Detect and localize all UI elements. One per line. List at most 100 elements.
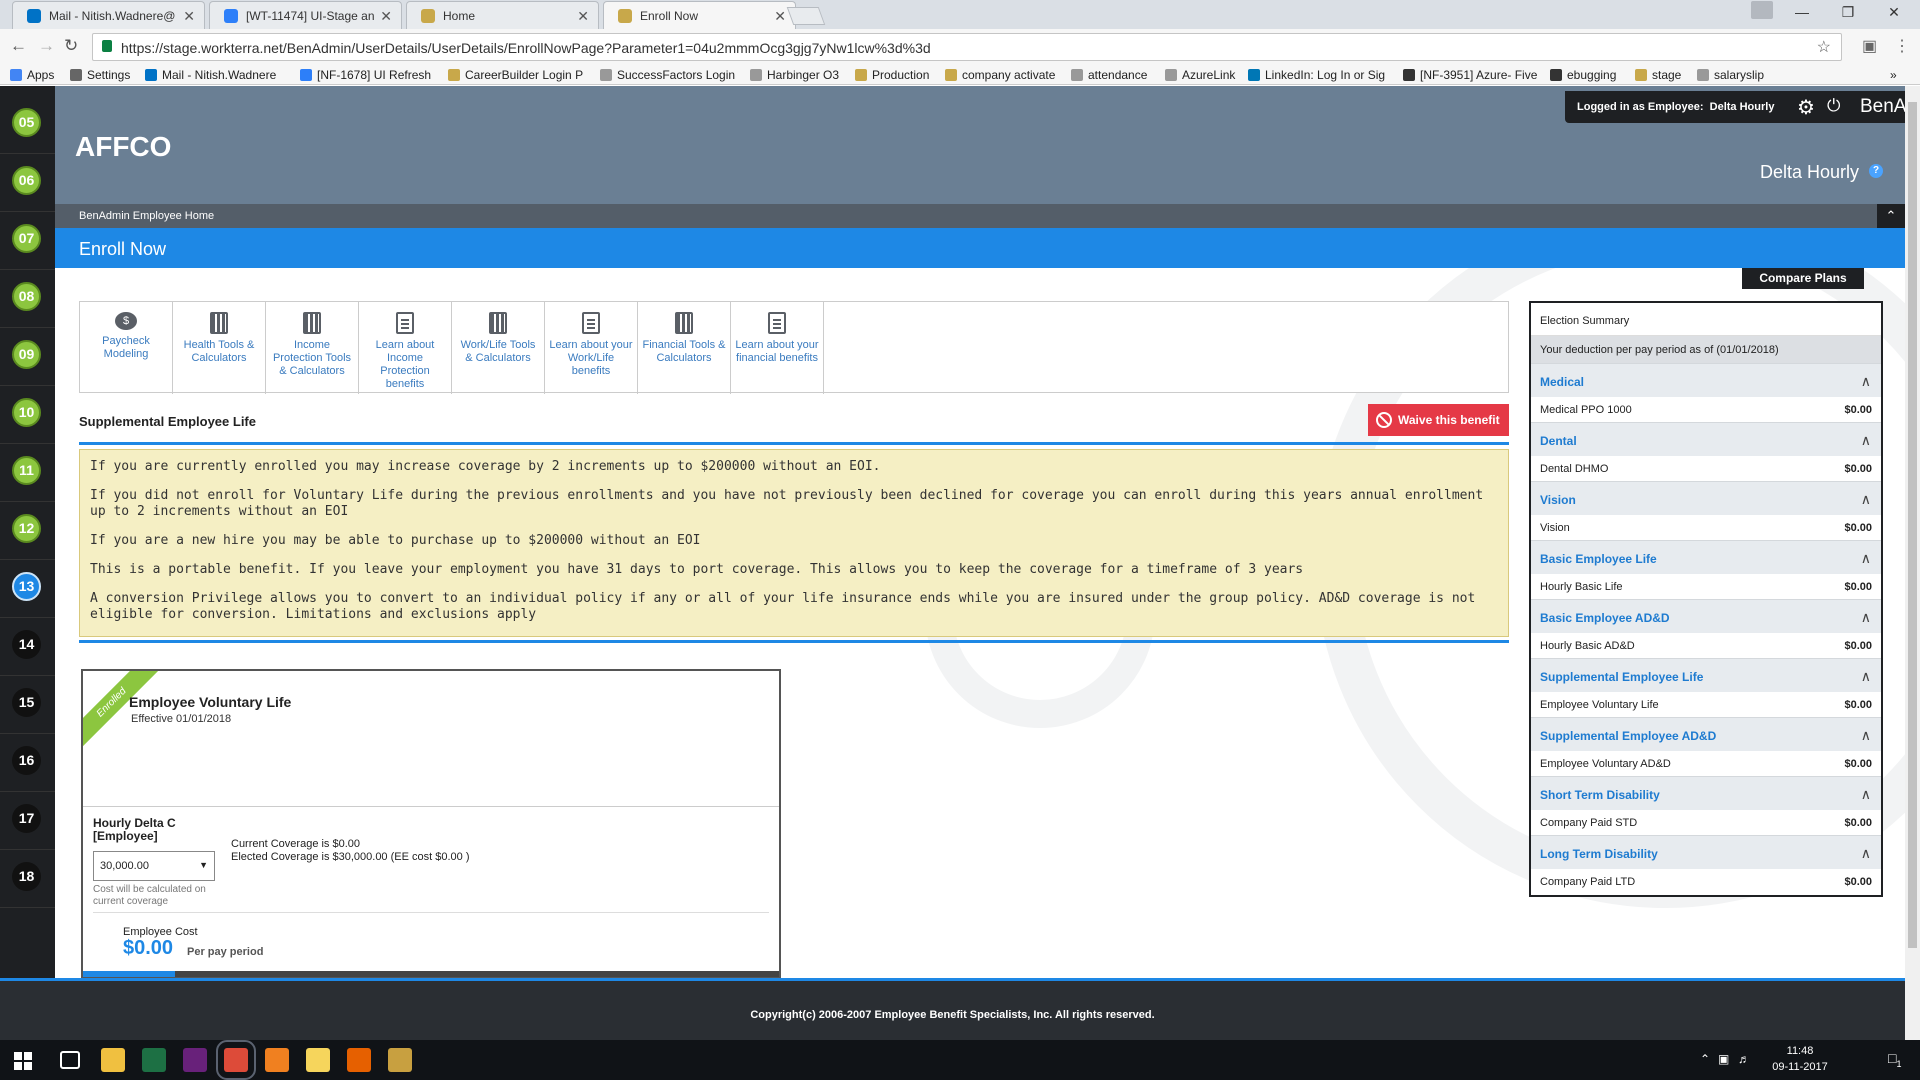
chevron-up-icon[interactable]: ∧	[1861, 373, 1871, 390]
chevron-up-icon[interactable]: ∧	[1861, 432, 1871, 449]
firefox-icon[interactable]	[347, 1048, 371, 1072]
bookmark-star-icon[interactable]: ☆	[1817, 37, 1831, 57]
tool-link[interactable]: Learn about your financial benefits	[731, 302, 824, 394]
chevron-up-icon[interactable]: ∧	[1861, 668, 1871, 685]
menu-icon[interactable]: ⋮	[1894, 36, 1910, 56]
tool-link[interactable]: Health Tools & Calculators	[173, 302, 266, 394]
tools-app-icon[interactable]	[388, 1048, 412, 1072]
chevron-up-icon[interactable]: ∧	[1861, 845, 1871, 862]
summary-group-header[interactable]: Vision ∧	[1531, 481, 1881, 515]
tab-close-icon[interactable]: ✕	[577, 8, 589, 25]
step-16[interactable]: 16	[12, 746, 41, 775]
step-18[interactable]: 18	[12, 862, 41, 891]
summary-group-header[interactable]: Supplemental Employee AD&D ∧	[1531, 717, 1881, 751]
bookmark-item[interactable]: CareerBuilder Login P	[448, 68, 583, 82]
minimize-icon[interactable]: —	[1782, 4, 1822, 20]
bookmarks-overflow-icon[interactable]: »	[1890, 68, 1897, 82]
windows-start-icon[interactable]	[14, 1052, 32, 1070]
step-07[interactable]: 07	[12, 224, 41, 253]
plan-card[interactable]: Enrolled Employee Voluntary Life Effecti…	[81, 669, 781, 978]
summary-group-header[interactable]: Supplemental Employee Life ∧	[1531, 658, 1881, 692]
browser-tab[interactable]: [WT-11474] UI-Stage an ✕	[209, 1, 402, 29]
chevron-up-icon[interactable]: ∧	[1861, 727, 1871, 744]
bookmark-item[interactable]: Mail - Nitish.Wadnere	[145, 68, 276, 82]
chevron-up-icon[interactable]: ∧	[1861, 609, 1871, 626]
back-icon[interactable]: ←	[10, 36, 27, 56]
coverage-select[interactable]: 30,000.00 ▼	[93, 851, 215, 881]
bookmark-item[interactable]: company activate	[945, 68, 1055, 82]
step-15[interactable]: 15	[12, 688, 41, 717]
chevron-up-icon[interactable]: ∧	[1861, 550, 1871, 567]
reload-icon[interactable]: ↻	[64, 36, 78, 56]
file-explorer-icon[interactable]	[101, 1048, 125, 1072]
volume-icon[interactable]: ♬	[1738, 1052, 1750, 1066]
extension-icon[interactable]: ▣	[1862, 36, 1877, 56]
tool-link[interactable]: Income Protection Tools & Calculators	[266, 302, 359, 394]
waive-benefit-button[interactable]: Waive this benefit	[1368, 404, 1509, 436]
bookmark-item[interactable]: Settings	[70, 68, 130, 82]
summary-group-header[interactable]: Long Term Disability ∧	[1531, 835, 1881, 869]
task-view-icon[interactable]	[60, 1051, 80, 1069]
bookmark-item[interactable]: attendance	[1071, 68, 1147, 82]
bookmark-item[interactable]: Harbinger O3	[750, 68, 839, 82]
summary-group-header[interactable]: Basic Employee Life ∧	[1531, 540, 1881, 574]
new-tab-button[interactable]	[786, 7, 826, 25]
step-05[interactable]: 05	[12, 108, 41, 137]
page-scrollbar[interactable]	[1905, 86, 1920, 1040]
browser-tab[interactable]: Enroll Now ✕	[603, 1, 796, 29]
summary-group-header[interactable]: Medical ∧	[1531, 363, 1881, 397]
step-11[interactable]: 11	[12, 456, 41, 485]
tray-chevron-icon[interactable]: ⌃	[1700, 1052, 1710, 1066]
step-17[interactable]: 17	[12, 804, 41, 833]
bookmark-item[interactable]: SuccessFactors Login	[600, 68, 735, 82]
scrollbar-thumb[interactable]	[1908, 102, 1917, 948]
bookmark-item[interactable]: ebugging	[1550, 68, 1616, 82]
step-06[interactable]: 06	[12, 166, 41, 195]
power-icon[interactable]: ⏻	[1827, 96, 1840, 116]
chrome-icon[interactable]	[216, 1040, 256, 1080]
excel-icon[interactable]	[142, 1048, 166, 1072]
step-10[interactable]: 10	[12, 398, 41, 427]
gear-icon[interactable]: ⚙	[1797, 95, 1815, 120]
tool-link[interactable]: Work/Life Tools & Calculators	[452, 302, 545, 394]
bookmark-item[interactable]: stage	[1635, 68, 1681, 82]
tool-link[interactable]: $ Paycheck Modeling	[80, 302, 173, 394]
summary-group-header[interactable]: Short Term Disability ∧	[1531, 776, 1881, 810]
notifications-icon[interactable]: □1	[1888, 1050, 1901, 1069]
browser-tab[interactable]: Mail - Nitish.Wadnere@ ✕	[12, 1, 205, 29]
summary-group-header[interactable]: Basic Employee AD&D ∧	[1531, 599, 1881, 633]
sticky-notes-icon[interactable]	[306, 1048, 330, 1072]
info-icon[interactable]: ?	[1869, 164, 1883, 178]
summary-group-header[interactable]: Dental ∧	[1531, 422, 1881, 456]
restore-icon[interactable]: ❐	[1828, 4, 1868, 21]
breadcrumb[interactable]: BenAdmin Employee Home	[79, 210, 214, 222]
close-icon[interactable]: ✕	[1874, 4, 1914, 21]
plan-select-button[interactable]	[83, 971, 175, 977]
step-14[interactable]: 14	[12, 630, 41, 659]
compare-plans-button[interactable]: Compare Plans	[1742, 268, 1864, 289]
step-13[interactable]: 13	[12, 572, 41, 601]
visual-studio-icon[interactable]	[183, 1048, 207, 1072]
chevron-up-icon[interactable]: ∧	[1861, 491, 1871, 508]
clock-date[interactable]: 09-11-2017	[1760, 1061, 1840, 1073]
collapse-header-button[interactable]: ⌃	[1877, 204, 1905, 228]
bookmark-item[interactable]: AzureLink	[1165, 68, 1235, 82]
bookmark-item[interactable]: [NF-1678] UI Refresh	[300, 68, 431, 82]
step-12[interactable]: 12	[12, 514, 41, 543]
tab-close-icon[interactable]: ✕	[183, 8, 195, 25]
bookmark-item[interactable]: Production	[855, 68, 929, 82]
tab-close-icon[interactable]: ✕	[774, 8, 786, 25]
bookmark-item[interactable]: [NF-3951] Azure- Five	[1403, 68, 1537, 82]
burn-app-icon[interactable]	[265, 1048, 289, 1072]
network-icon[interactable]: ▣	[1718, 1052, 1729, 1066]
tab-close-icon[interactable]: ✕	[380, 8, 392, 25]
profile-icon[interactable]	[1751, 1, 1773, 19]
step-09[interactable]: 09	[12, 340, 41, 369]
forward-icon[interactable]: →	[38, 36, 55, 56]
bookmark-item[interactable]: salaryslip	[1697, 68, 1764, 82]
browser-tab[interactable]: Home ✕	[406, 1, 599, 29]
step-08[interactable]: 08	[12, 282, 41, 311]
bookmark-item[interactable]: LinkedIn: Log In or Sig	[1248, 68, 1385, 82]
tool-link[interactable]: Learn about your Work/Life benefits	[545, 302, 638, 394]
chevron-up-icon[interactable]: ∧	[1861, 786, 1871, 803]
